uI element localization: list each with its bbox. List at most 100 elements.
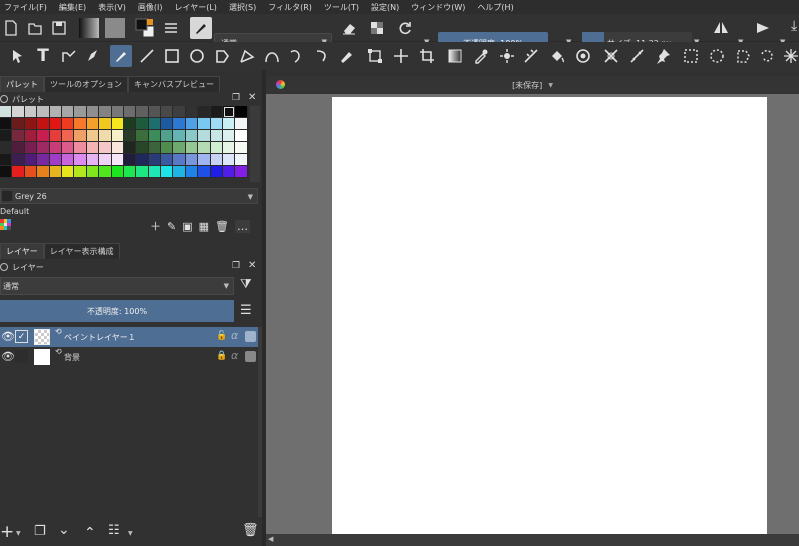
palette-swatch[interactable] xyxy=(173,118,186,130)
palette-swatch[interactable] xyxy=(173,154,186,166)
palette-swatch[interactable] xyxy=(136,154,149,166)
measure-icon[interactable] xyxy=(520,45,542,67)
palette-swatch[interactable] xyxy=(223,118,236,130)
palette-swatch[interactable] xyxy=(173,106,186,118)
preserve-alpha-icon[interactable] xyxy=(366,17,388,39)
tab-tool-options[interactable]: ツールのオプション xyxy=(44,76,128,92)
palette-swatch[interactable] xyxy=(49,130,62,142)
palette-swatch[interactable] xyxy=(161,166,174,178)
gradient-icon[interactable] xyxy=(444,45,466,67)
palette-swatch[interactable] xyxy=(111,106,124,118)
menu-item[interactable]: ウィンドウ(W) xyxy=(411,2,465,13)
palette-swatch[interactable] xyxy=(111,118,124,130)
palette-swatch[interactable] xyxy=(185,166,199,178)
alpha-lock-icon[interactable]: α xyxy=(231,329,238,342)
move-layer-down-icon[interactable]: ⌄ xyxy=(58,522,70,538)
palette-swatch[interactable] xyxy=(235,118,248,130)
menu-item[interactable]: ヘルプ(H) xyxy=(477,2,513,13)
palette-swatch[interactable] xyxy=(136,118,149,130)
layer-properties-icon[interactable]: ☷ xyxy=(108,523,120,538)
move-layer-up-icon[interactable]: ⌃ xyxy=(84,525,96,541)
palette-swatch[interactable] xyxy=(74,166,87,178)
reference-image-icon[interactable] xyxy=(652,45,674,67)
palette-swatch[interactable] xyxy=(173,130,186,142)
duplicate-layer-icon[interactable]: ❐ xyxy=(34,524,46,539)
palette-swatch[interactable] xyxy=(61,142,75,154)
palette-swatch[interactable] xyxy=(210,142,224,154)
close-icon[interactable]: ✕ xyxy=(248,92,256,103)
inherit-alpha-icon[interactable] xyxy=(245,331,256,342)
layer-row[interactable]: 👁 ⟲ 背景 🔒 α xyxy=(0,347,260,367)
layer-blend-mode-dropdown[interactable]: 通常 ▼ xyxy=(0,277,234,295)
palette-swatch[interactable] xyxy=(74,142,87,154)
palette-swatch[interactable] xyxy=(123,118,137,130)
palette-swatch[interactable] xyxy=(210,166,224,178)
palette-swatch[interactable] xyxy=(61,154,75,166)
checkbox-icon[interactable] xyxy=(15,350,28,363)
canvas-page[interactable] xyxy=(332,97,767,534)
fill-icon[interactable] xyxy=(626,45,648,67)
bezier-icon[interactable] xyxy=(261,45,283,67)
menu-icon[interactable]: ☰ xyxy=(240,303,252,318)
palette-swatch[interactable] xyxy=(86,142,100,154)
palette-swatch[interactable] xyxy=(235,130,248,142)
polyline-icon[interactable] xyxy=(236,45,258,67)
palette-swatch[interactable] xyxy=(86,106,100,118)
palette-swatch[interactable] xyxy=(86,130,100,142)
tab-palette[interactable]: パレット xyxy=(0,76,44,92)
palette-swatch[interactable] xyxy=(235,166,248,178)
multibrush-icon[interactable] xyxy=(336,45,358,67)
palette-swatch[interactable] xyxy=(223,130,236,142)
palette-swatch[interactable] xyxy=(210,118,224,130)
palette-swatch[interactable] xyxy=(235,106,248,118)
delete-layer-icon[interactable]: 🗑 xyxy=(242,523,259,538)
palette-swatch[interactable] xyxy=(173,142,186,154)
unlock-icon[interactable]: 🔓 xyxy=(216,331,227,341)
palette-swatch[interactable] xyxy=(148,154,162,166)
palette-swatch[interactable] xyxy=(210,154,224,166)
menu-item[interactable]: 表示(V) xyxy=(98,2,126,13)
palette-swatch[interactable] xyxy=(12,154,25,166)
palette-swatch[interactable] xyxy=(123,166,137,178)
palette-swatch[interactable] xyxy=(37,166,50,178)
polygon-select-icon[interactable] xyxy=(732,45,754,67)
palette-swatch[interactable] xyxy=(12,106,25,118)
palette-swatch[interactable] xyxy=(0,166,13,178)
tab-layer-compositions[interactable]: レイヤー表示構成 xyxy=(43,243,120,259)
text-icon[interactable]: T xyxy=(32,45,54,67)
close-icon[interactable]: ✕ xyxy=(248,260,256,271)
pattern-preset-icon[interactable] xyxy=(104,17,126,39)
palette-swatch[interactable] xyxy=(123,106,137,118)
palette-swatch[interactable] xyxy=(161,130,174,142)
reload-preset-icon[interactable] xyxy=(394,17,416,39)
palette-grid-icon[interactable] xyxy=(0,219,11,230)
layers-scrollbar[interactable] xyxy=(258,327,262,517)
palette-swatch[interactable] xyxy=(12,166,25,178)
palette-swatch[interactable] xyxy=(24,106,38,118)
palette-swatch[interactable] xyxy=(148,118,162,130)
palette-swatch[interactable] xyxy=(24,166,38,178)
palette-scrollbar[interactable] xyxy=(250,106,260,182)
palette-swatch[interactable] xyxy=(123,142,137,154)
palette-swatch[interactable] xyxy=(136,142,149,154)
more-icon[interactable]: … xyxy=(235,219,250,233)
palette-swatch[interactable] xyxy=(37,142,50,154)
palette-swatch[interactable] xyxy=(223,106,236,118)
ellipse-select-icon[interactable] xyxy=(706,45,728,67)
menu-item[interactable]: 画像(I) xyxy=(138,2,163,13)
palette-swatch[interactable] xyxy=(210,130,224,142)
assistant-icon[interactable] xyxy=(496,45,518,67)
palette-swatch[interactable] xyxy=(136,106,149,118)
palette-swatch[interactable] xyxy=(198,142,211,154)
save-icon[interactable] xyxy=(48,17,70,39)
palette-swatch[interactable] xyxy=(161,106,174,118)
color-sampler-icon[interactable] xyxy=(470,45,492,67)
add-icon[interactable]: ＋ xyxy=(150,218,161,234)
fill-icon[interactable] xyxy=(546,45,568,67)
palette-swatch[interactable] xyxy=(12,130,25,142)
menu-item[interactable]: ツール(T) xyxy=(324,2,359,13)
line-icon[interactable] xyxy=(136,45,158,67)
palette-swatch[interactable] xyxy=(99,154,112,166)
edit-shapes-icon[interactable] xyxy=(58,45,80,67)
inherit-alpha-icon[interactable] xyxy=(245,351,256,362)
